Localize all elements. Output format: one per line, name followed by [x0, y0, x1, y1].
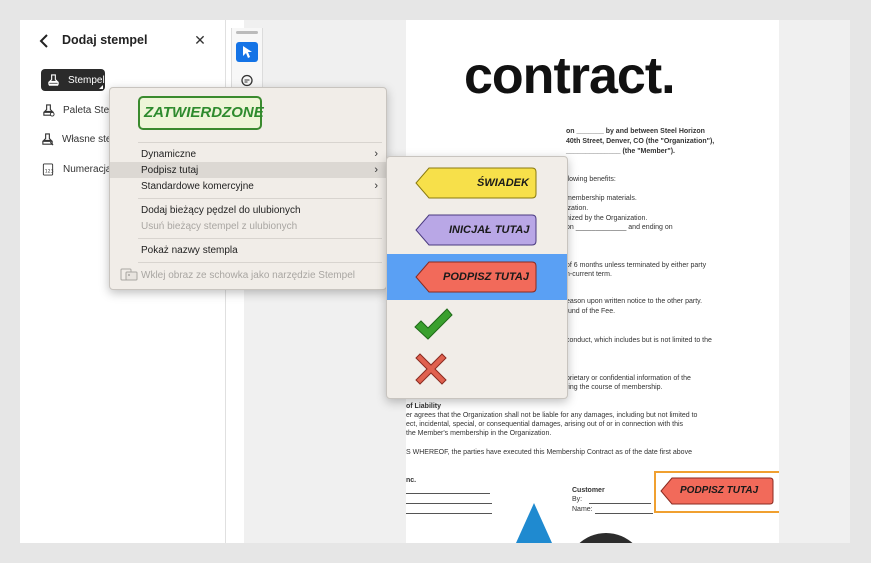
menu-separator	[138, 142, 382, 143]
signature-line	[595, 513, 653, 514]
signature-line	[406, 493, 490, 494]
chevron-right-icon: ›	[374, 180, 378, 192]
decorative-triangle	[516, 503, 552, 543]
doc-text-line: nized by the Organization.	[566, 215, 648, 222]
svg-text:123: 123	[45, 168, 54, 174]
chevron-right-icon: ›	[374, 164, 378, 176]
doc-text-line: nc.	[406, 477, 417, 484]
doc-text-line: ______________ (the "Member").	[566, 148, 675, 155]
back-arrow-icon[interactable]	[36, 32, 54, 50]
approved-stamp-preview[interactable]: ZATWIERDZONE	[138, 96, 264, 130]
doc-text-line: prietary or confidential information of …	[566, 375, 691, 382]
toolbar-drag-handle[interactable]	[236, 31, 258, 34]
sign-here-submenu: ŚWIADEK INICJAŁ TUTAJ PODPISZ TUTAJ	[386, 156, 568, 399]
comment-icon	[241, 74, 253, 87]
doc-text-line: eason upon written notice to the other p…	[566, 298, 703, 305]
stamp-option-sign-here[interactable]: PODPISZ TUTAJ	[387, 254, 567, 300]
stamp-context-menu: ZATWIERDZONE Dynamiczne › Podpisz tutaj …	[109, 87, 387, 290]
doc-text-line: conduct, which includes but is not limit…	[566, 337, 712, 344]
close-icon[interactable]: ✕	[192, 32, 208, 48]
sign-here-stamp-label: PODPISZ TUTAJ	[443, 271, 529, 283]
checkmark-icon	[414, 308, 453, 340]
menu-item-add-favorite[interactable]: Dodaj bieżący pędzel do ulubionych	[110, 202, 386, 218]
custom-stamp-icon	[41, 132, 54, 146]
stamp-icon	[47, 73, 60, 87]
placed-sign-here-stamp[interactable]: PODPISZ TUTAJ	[654, 471, 779, 513]
menu-separator	[138, 238, 382, 239]
doc-text-line: on _____________ and ending on	[566, 224, 673, 231]
menu-separator	[138, 198, 382, 199]
stamp-palette-icon	[41, 103, 55, 117]
doc-text-line: By:	[572, 496, 583, 503]
menu-item-paste-clipboard: Wklej obraz ze schowka jako narzędzie St…	[110, 267, 386, 283]
decorative-shape	[566, 533, 646, 543]
panel-header: Dodaj stempel ✕	[36, 30, 216, 52]
doc-text-line: S WHEREOF, the parties have executed thi…	[406, 449, 692, 456]
menu-item-label: Wklej obraz ze schowka jako narzędzie St…	[141, 269, 355, 281]
menu-separator	[138, 262, 382, 263]
doc-text-line: ring the course of membership.	[566, 384, 663, 391]
tool-numbering-label: Numeracja	[63, 163, 112, 175]
signature-line	[406, 513, 492, 514]
document-title: contract.	[464, 47, 676, 105]
tool-stamp-label: Stempel	[68, 74, 105, 86]
menu-item-label: Podpisz tutaj	[141, 164, 199, 176]
doc-text-line: the Member's membership in the Organizat…	[406, 430, 552, 437]
menu-item-standard-business[interactable]: Standardowe komercyjne ›	[110, 178, 386, 194]
signature-line	[406, 503, 492, 504]
menu-item-label: Usuń bieżący stempel z ulubionych	[141, 220, 298, 232]
doc-text-line: er agrees that the Organization shall no…	[406, 412, 698, 419]
menu-item-remove-favorite: Usuń bieżący stempel z ulubionych	[110, 218, 386, 234]
stamp-option-cross[interactable]	[387, 347, 567, 393]
menu-item-label: Pokaż nazwy stempla	[141, 244, 238, 256]
doc-text-line: n-current term.	[566, 271, 612, 278]
stamp-option-initial-here[interactable]: INICJAŁ TUTAJ	[387, 206, 567, 252]
placed-stamp-label: PODPISZ TUTAJ	[680, 485, 759, 496]
doc-text-line: of Liability	[406, 403, 441, 410]
stamp-option-witness[interactable]: ŚWIADEK	[387, 159, 567, 205]
menu-item-dynamic[interactable]: Dynamiczne ›	[110, 146, 386, 162]
doc-text-line: membership materials.	[566, 195, 637, 202]
doc-text-line: 40th Street, Denver, CO (the "Organizati…	[566, 138, 715, 145]
doc-text-line: llowing benefits:	[566, 176, 616, 183]
doc-text-line: Customer	[572, 487, 605, 494]
select-tool-button[interactable]	[236, 42, 258, 62]
doc-text-line: ization.	[566, 205, 589, 212]
doc-text-line: ect, incidental, special, or consequenti…	[406, 421, 684, 428]
numbering-icon: 123	[41, 162, 55, 176]
doc-text-line: on _______ by and between Steel Horizon	[566, 128, 705, 135]
doc-text-line: fund of the Fee.	[566, 308, 616, 315]
initial-here-stamp-label: INICJAŁ TUTAJ	[449, 224, 530, 236]
menu-item-label: Dodaj bieżący pędzel do ulubionych	[141, 204, 301, 216]
menu-item-sign-here[interactable]: Podpisz tutaj ›	[110, 162, 386, 178]
witness-stamp-label: ŚWIADEK	[477, 177, 529, 189]
signature-line	[589, 503, 651, 504]
cursor-arrow-icon	[243, 46, 252, 58]
flyout-corner-icon	[99, 85, 103, 89]
stamp-option-checkmark[interactable]	[387, 303, 567, 349]
tool-stamp[interactable]: Stempel	[41, 69, 105, 91]
doc-text-line: of 6 months unless terminated by either …	[566, 262, 707, 269]
approved-stamp-label: ZATWIERDZONE	[144, 104, 264, 121]
menu-item-label: Dynamiczne	[141, 148, 197, 160]
menu-item-show-stamp-names[interactable]: Pokaż nazwy stempla	[110, 242, 386, 258]
cross-icon	[415, 353, 447, 385]
chevron-right-icon: ›	[374, 148, 378, 160]
menu-item-label: Standardowe komercyjne	[141, 180, 254, 192]
doc-text-line: Name:	[572, 506, 593, 513]
panel-title: Dodaj stempel	[62, 33, 148, 47]
